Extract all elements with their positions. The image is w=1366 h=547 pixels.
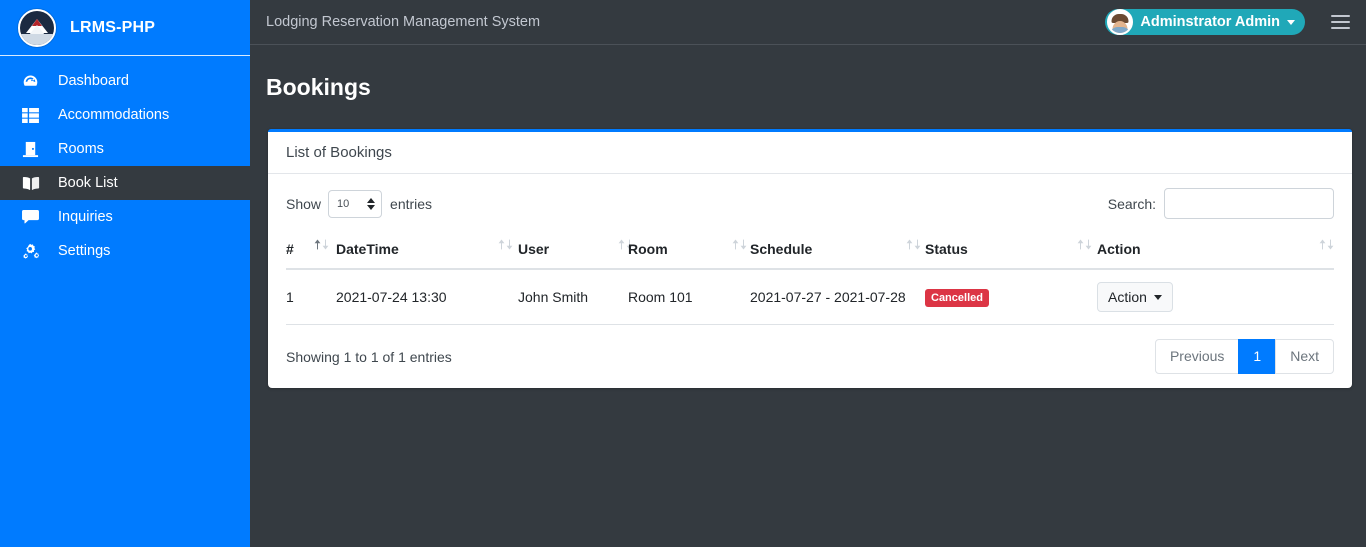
cell-status: Cancelled [925, 269, 1097, 326]
book-open-icon [22, 176, 48, 191]
pagination-previous[interactable]: Previous [1154, 339, 1240, 374]
sort-toggle-icon [732, 239, 747, 250]
sidebar-item-label: Rooms [58, 141, 104, 157]
column-label: Schedule [750, 241, 813, 258]
caret-down-icon [1287, 19, 1295, 25]
sidebar: LRMS-PHP Dashboard Accommodations Rooms … [0, 0, 250, 547]
table-controls: Show 10 entries Search: [286, 188, 1334, 220]
column-header-user[interactable]: User [518, 231, 633, 271]
sort-toggle-icon [906, 239, 921, 250]
user-menu-button[interactable]: Adminstrator Admin [1105, 9, 1305, 35]
search-input[interactable] [1164, 188, 1334, 220]
table-footer: Showing 1 to 1 of 1 entries Previous 1 N… [286, 339, 1334, 374]
table-info: Showing 1 to 1 of 1 entries [286, 348, 452, 365]
mountain-logo-icon [18, 8, 56, 47]
cell-room: Room 101 [628, 269, 750, 326]
sidebar-item-label: Inquiries [58, 209, 113, 225]
hamburger-menu-icon[interactable] [1331, 15, 1350, 29]
column-label: DateTime [336, 241, 399, 258]
page-length-select[interactable]: 10 [328, 189, 383, 218]
column-header-status[interactable]: Status [925, 231, 1097, 271]
comment-icon [22, 209, 48, 225]
pagination: Previous 1 Next [1154, 339, 1334, 374]
page-length-select-wrapper: 10 [328, 189, 383, 218]
action-dropdown-button[interactable]: Action [1097, 282, 1173, 313]
sidebar-item-inquiries[interactable]: Inquiries [0, 200, 250, 234]
column-label: User [518, 241, 550, 258]
column-header-number[interactable]: # [286, 231, 336, 271]
sidebar-item-label: Accommodations [58, 107, 170, 123]
sidebar-item-rooms[interactable]: Rooms [0, 132, 250, 166]
table-head: # DateTime User Room Schedule Status Act… [286, 231, 1334, 271]
show-label: Show [286, 195, 322, 212]
user-avatar-icon [1107, 9, 1134, 35]
sidebar-item-book-list[interactable]: Book List [0, 166, 250, 200]
sidebar-item-dashboard[interactable]: Dashboard [0, 64, 250, 98]
tachometer-icon [22, 73, 48, 90]
status-badge: Cancelled [925, 288, 989, 307]
column-header-datetime[interactable]: DateTime [336, 231, 518, 271]
table-body: 1 2021-07-24 13:30 John Smith Room 101 2… [286, 269, 1334, 326]
bookings-card: List of Bookings Show 10 entries Search:… [268, 129, 1352, 388]
pagination-page-1[interactable]: 1 [1238, 339, 1277, 374]
th-list-icon [22, 107, 48, 123]
sidebar-item-label: Settings [58, 243, 111, 259]
app-root: LRMS-PHP Dashboard Accommodations Rooms … [0, 0, 1366, 547]
sidebar-item-settings[interactable]: Settings [0, 234, 250, 268]
cell-user: John Smith [518, 269, 628, 326]
brand[interactable]: LRMS-PHP [0, 0, 250, 56]
brand-name: LRMS-PHP [70, 18, 156, 36]
app-title: Lodging Reservation Management System [266, 14, 541, 30]
topbar: Lodging Reservation Management System Ad… [250, 0, 1366, 45]
caret-down-icon [1153, 294, 1162, 300]
card-header: List of Bookings [268, 132, 1352, 175]
sidebar-nav: Dashboard Accommodations Rooms Book List… [0, 56, 250, 268]
sort-toggle-icon [498, 239, 513, 250]
main-area: Lodging Reservation Management System Ad… [250, 0, 1366, 547]
search-control: Search: [1107, 188, 1334, 220]
column-header-schedule[interactable]: Schedule [750, 231, 925, 271]
column-label: Action [1097, 241, 1141, 258]
cell-schedule: 2021-07-27 - 2021-07-28 [750, 269, 925, 326]
search-label: Search: [1107, 195, 1156, 212]
door-icon [22, 141, 48, 158]
page-length-control: Show 10 entries [286, 189, 433, 218]
content-area: List of Bookings Show 10 entries Search:… [250, 129, 1366, 388]
sort-ascending-icon [314, 239, 329, 250]
column-label: Status [925, 241, 968, 258]
action-button-label: Action [1108, 289, 1147, 306]
table-header-row: # DateTime User Room Schedule Status Act… [286, 231, 1334, 271]
card-body: Show 10 entries Search: # DateTime User … [268, 174, 1352, 387]
column-header-action[interactable]: Action [1097, 231, 1334, 271]
sidebar-item-label: Book List [58, 175, 118, 191]
pagination-next[interactable]: Next [1275, 339, 1334, 374]
entries-label: entries [390, 195, 433, 212]
cell-datetime: 2021-07-24 13:30 [336, 269, 518, 326]
cell-number: 1 [286, 269, 336, 326]
user-name-label: Adminstrator Admin [1140, 14, 1280, 30]
sort-toggle-icon [1319, 239, 1334, 250]
sidebar-item-label: Dashboard [58, 73, 129, 89]
column-label: # [286, 241, 294, 258]
column-header-room[interactable]: Room [628, 231, 750, 271]
sidebar-item-accommodations[interactable]: Accommodations [0, 98, 250, 132]
column-label: Room [628, 241, 668, 258]
cell-action: Action [1097, 269, 1334, 326]
cogs-icon [22, 243, 48, 260]
bookings-table: # DateTime User Room Schedule Status Act… [286, 231, 1334, 326]
page-title: Bookings [266, 74, 371, 101]
table-row: 1 2021-07-24 13:30 John Smith Room 101 2… [286, 269, 1334, 326]
sort-toggle-icon [1077, 239, 1092, 250]
